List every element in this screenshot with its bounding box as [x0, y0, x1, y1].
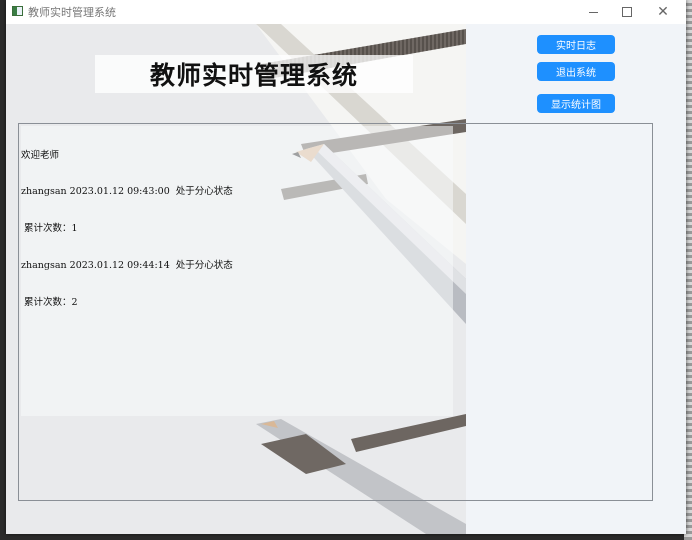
app-window: 教师实时管理系统 ✕ 教师实时管理系统 实时日志 退出系统 显示统计图 欢迎老师…	[6, 0, 686, 534]
show-chart-button[interactable]: 显示统计图	[537, 94, 615, 113]
log-line: 累计次数：1	[21, 223, 78, 235]
exit-system-button[interactable]: 退出系统	[537, 62, 615, 81]
log-line: 欢迎老师	[21, 149, 60, 161]
maximize-button[interactable]	[610, 0, 644, 24]
app-window-icon	[12, 6, 23, 16]
minimize-button[interactable]	[576, 0, 610, 24]
log-line: zhangsan 2023.01.12 09:44:14 处于分心状态	[21, 260, 233, 272]
log-content: 欢迎老师 zhangsan 2023.01.12 09:43:00 处于分心状态…	[21, 125, 233, 334]
window-title: 教师实时管理系统	[28, 6, 116, 19]
log-line: 累计次数：2	[21, 297, 78, 309]
page-title: 教师实时管理系统	[95, 55, 413, 93]
title-bar[interactable]: 教师实时管理系统 ✕	[6, 0, 686, 24]
minimize-icon	[588, 11, 598, 13]
maximize-icon	[622, 7, 632, 17]
log-line: zhangsan 2023.01.12 09:43:00 处于分心状态	[21, 186, 233, 198]
close-button[interactable]: ✕	[646, 0, 680, 24]
log-text-area[interactable]: 欢迎老师 zhangsan 2023.01.12 09:43:00 处于分心状态…	[18, 123, 653, 501]
close-icon: ✕	[657, 4, 669, 20]
realtime-log-button[interactable]: 实时日志	[537, 35, 615, 54]
